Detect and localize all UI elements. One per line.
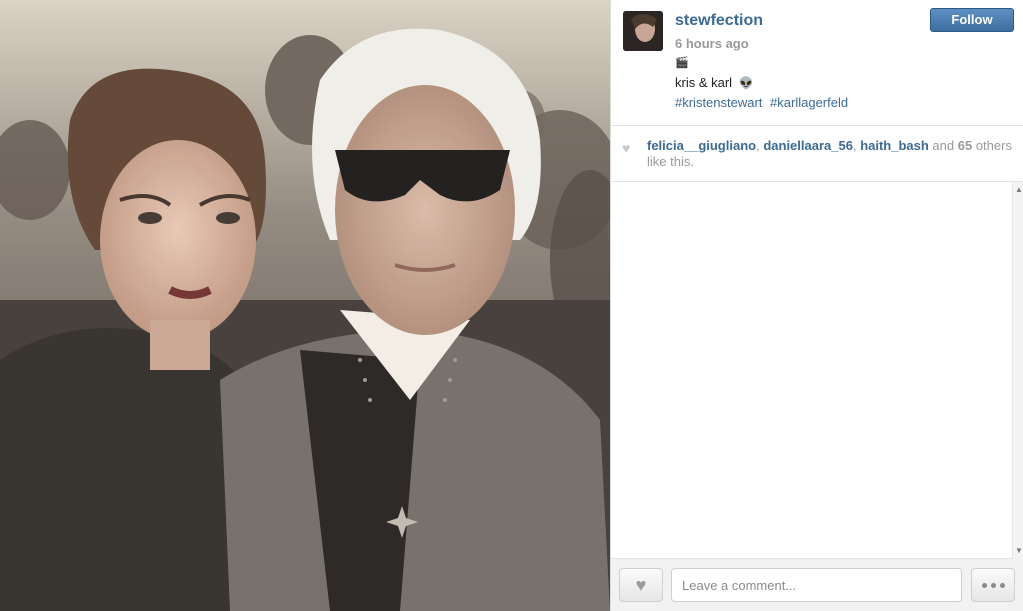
comment-bar: ♥ — [611, 559, 1023, 611]
likes-and-text: and — [928, 138, 958, 153]
post-photo[interactable] — [0, 0, 610, 611]
comment-input[interactable] — [671, 568, 962, 602]
ellipsis-icon — [990, 582, 996, 588]
caption-text: kris & karl — [675, 75, 733, 90]
liker-link[interactable]: daniellaara_56 — [763, 138, 853, 153]
alien-emoji: 👽 — [738, 76, 754, 90]
likes-count[interactable]: 65 — [958, 138, 972, 153]
comments-scrollbar[interactable]: ▲ ▼ — [1012, 182, 1023, 559]
follow-button[interactable]: Follow — [930, 8, 1014, 32]
scroll-down-arrow-icon[interactable]: ▼ — [1013, 545, 1023, 557]
post-header: stewfection 6 hours ago Follow 🎬 kris & … — [611, 0, 1023, 125]
hashtag-list: #kristenstewart #karllagerfeld — [675, 95, 852, 110]
hashtag-link[interactable]: #karllagerfeld — [770, 95, 848, 110]
clapper-emoji: 🎬 — [675, 57, 689, 69]
avatar-image — [623, 11, 663, 51]
scroll-up-arrow-icon[interactable]: ▲ — [1013, 184, 1023, 196]
ellipsis-icon — [981, 582, 987, 588]
heart-icon: ♥ — [635, 574, 647, 595]
avatar[interactable] — [623, 11, 663, 51]
liker-link[interactable]: haith_bash — [860, 138, 929, 153]
liker-link[interactable]: felicia__giugliano — [647, 138, 756, 153]
hashtag-link[interactable]: #kristenstewart — [675, 95, 762, 110]
ellipsis-icon — [999, 582, 1005, 588]
like-button[interactable]: ♥ — [619, 568, 663, 602]
photo-image — [0, 0, 610, 611]
heart-icon: ♥ — [622, 140, 631, 156]
comments-list[interactable]: ▲ ▼ — [611, 182, 1023, 559]
post-caption: kris & karl 👽 — [675, 75, 754, 90]
post-timestamp[interactable]: 6 hours ago — [675, 36, 749, 51]
username-link[interactable]: stewfection — [675, 12, 763, 30]
post-sidebar: stewfection 6 hours ago Follow 🎬 kris & … — [610, 0, 1023, 611]
more-options-button[interactable] — [971, 568, 1015, 602]
likes-summary: ♥ felicia__giugliano, daniellaara_56, ha… — [611, 125, 1023, 182]
